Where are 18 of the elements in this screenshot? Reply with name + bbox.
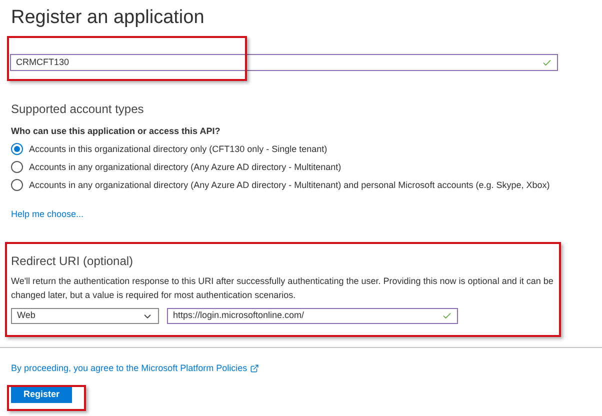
account-type-radio[interactable]: Accounts in any organizational directory (Any Azure AD directory - Multitenant) and personal Microsoft accounts (e.g. Skype, Xbox) <box>11 179 591 191</box>
radio-button[interactable] <box>11 161 23 173</box>
radio-button[interactable] <box>11 179 23 191</box>
redirect-description: We'll return the authentication response to this URI after successfully authenticating the user. Providing this now is optional and it can be changed later, but a value is required for most authentication scenarios. <box>11 275 554 302</box>
account-type-radio[interactable]: Accounts in this organizational directory only (CFT130 only - Single tenant) <box>11 143 591 155</box>
page-title: Register an application <box>11 6 206 30</box>
redirect-uri-input[interactable]: https://login.microsoftonline.com/ <box>167 308 458 324</box>
help-link[interactable]: Help me choose... <box>11 208 84 220</box>
question-label: Who can use this application or access this API? <box>11 125 222 137</box>
register-button[interactable]: Register <box>11 387 72 403</box>
name-input[interactable]: CRMCFT130 <box>10 54 558 71</box>
external-link-icon <box>250 364 260 372</box>
redirect-heading: Redirect URI (optional) <box>11 253 134 269</box>
radio-button[interactable] <box>11 143 23 155</box>
section-heading: Supported account types <box>11 101 145 117</box>
account-type-radio[interactable]: Accounts in any organizational directory (Any Azure AD directory - Multitenant) <box>11 161 591 173</box>
platform-select[interactable]: Web <box>11 308 159 324</box>
policy-link[interactable]: By proceeding, you agree to the Microsoft Platform Policies <box>11 362 260 374</box>
